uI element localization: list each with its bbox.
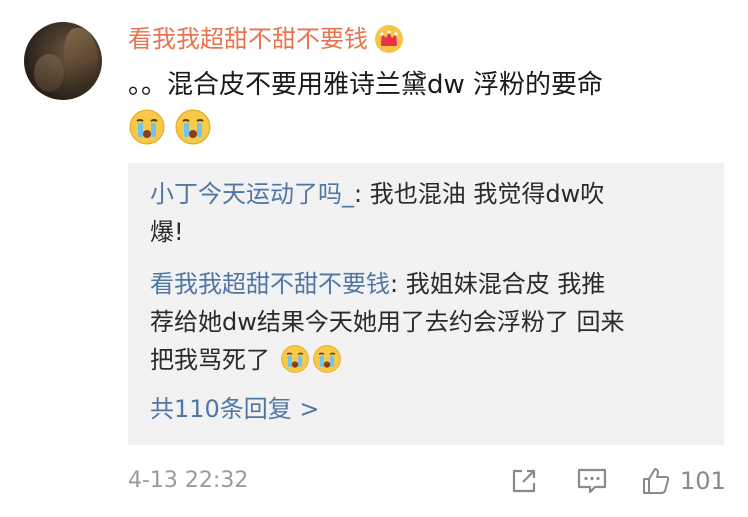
reply-text: 荐给她dw结果今天她用了去约会浮粉了 回来 bbox=[150, 308, 625, 336]
crying-face-icon bbox=[312, 345, 341, 373]
reply-text: 我也混油 我觉得dw吹 bbox=[369, 180, 605, 208]
like-count: 101 bbox=[680, 467, 726, 495]
comment-header: 看我我超甜不甜不要钱 bbox=[128, 20, 404, 58]
reply-line: 看我我超甜不甜不要钱: 我姐妹混合皮 我推 bbox=[150, 265, 710, 303]
reply-separator: : bbox=[354, 180, 370, 208]
comment-footer: 4-13 22:32 101 bbox=[128, 462, 728, 500]
reply-author[interactable]: 小丁今天运动了吗_ bbox=[150, 180, 354, 208]
comment-icon bbox=[577, 468, 607, 494]
crown-icon bbox=[375, 25, 403, 53]
reply-author[interactable]: 看我我超甜不甜不要钱 bbox=[150, 270, 390, 298]
reply-separator: : bbox=[390, 270, 406, 298]
reply-text: 我姐妹混合皮 我推 bbox=[405, 270, 606, 298]
reply-item: 小丁今天运动了吗_: 我也混油 我觉得dw吹 爆! bbox=[150, 175, 710, 251]
comment-username[interactable]: 看我我超甜不甜不要钱 bbox=[128, 24, 368, 54]
crying-face-icon bbox=[175, 109, 211, 145]
avatar-face bbox=[34, 54, 64, 92]
replies-panel: 小丁今天运动了吗_: 我也混油 我觉得dw吹 爆! 看我我超甜不甜不要钱: 我姐… bbox=[128, 163, 724, 445]
more-replies-link[interactable]: 共110条回复 > bbox=[150, 391, 320, 427]
reply-line: 把我骂死了 bbox=[150, 341, 710, 379]
share-icon bbox=[512, 469, 536, 493]
crying-face-icon bbox=[280, 345, 309, 373]
reply-text: 爆! bbox=[150, 218, 184, 246]
thumbs-up-icon bbox=[643, 468, 670, 494]
reply-text: 把我骂死了 bbox=[150, 346, 270, 374]
reply-line: 小丁今天运动了吗_: 我也混油 我觉得dw吹 bbox=[150, 175, 710, 213]
crying-face-icon bbox=[129, 109, 165, 145]
comment-text: 。。混合皮不要用雅诗兰黛dw 浮粉的要命 bbox=[128, 70, 604, 100]
comment-button[interactable] bbox=[574, 464, 610, 498]
like-button[interactable]: 101 bbox=[640, 462, 726, 500]
comment-timestamp: 4-13 22:32 bbox=[128, 468, 249, 493]
avatar-hair bbox=[64, 28, 98, 88]
forward-button[interactable] bbox=[506, 464, 542, 498]
reply-item: 看我我超甜不甜不要钱: 我姐妹混合皮 我推 荐给她dw结果今天她用了去约会浮粉了… bbox=[150, 265, 710, 379]
comment-emoji-row bbox=[128, 108, 212, 146]
user-avatar[interactable] bbox=[24, 22, 102, 100]
